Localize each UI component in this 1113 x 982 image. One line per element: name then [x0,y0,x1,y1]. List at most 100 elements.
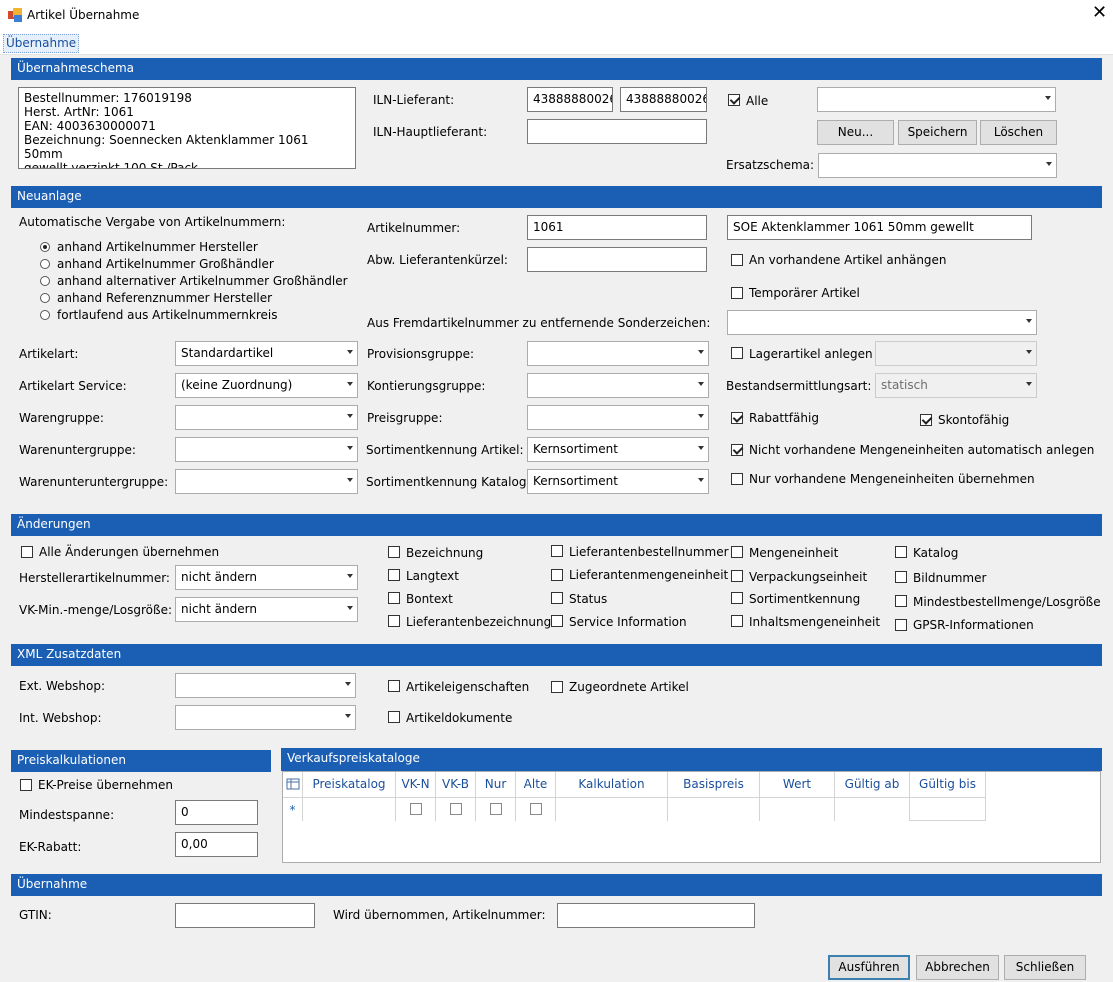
zugeordnete-artikel-checkbox[interactable] [551,681,563,693]
grid-header[interactable]: Basispreis [668,772,760,797]
skontofaehig-checkbox[interactable] [920,414,932,426]
warengruppe-select[interactable] [175,405,358,430]
grid-checkbox[interactable] [410,803,422,815]
bildnummer-checkbox[interactable] [895,571,907,583]
bezeichnung-input[interactable]: SOE Aktenklammer 1061 50mm gewellt [727,215,1032,240]
radio-alt-artikelnr-grosshaendler[interactable] [40,276,50,286]
sonderzeichen-select[interactable] [727,310,1037,335]
grid-cell[interactable] [436,797,476,821]
radio-fortlaufend[interactable] [40,310,50,320]
ersatzschema-select[interactable] [818,153,1057,178]
artikelart-service-select[interactable]: (keine Zuordnung) [175,373,358,398]
langtext-checkbox[interactable] [388,569,400,581]
ek-preise-checkbox[interactable] [20,779,32,791]
grid-header[interactable]: Kalkulation [556,772,668,797]
gtin-label: GTIN: [19,908,52,922]
grid-checkbox[interactable] [530,803,542,815]
info-line: Herst. ArtNr: 1061 [24,105,134,119]
status-checkbox[interactable] [551,592,563,604]
grid-header[interactable]: Nur [476,772,516,797]
sortiment-artikel-select[interactable]: Kernsortiment [527,437,709,462]
radio-artikelnr-grosshaendler[interactable] [40,259,50,269]
schema-info-box[interactable]: Bestellnummer: 176019198 Herst. ArtNr: 1… [18,87,356,169]
artikeldokumente-checkbox[interactable] [388,711,400,723]
ek-rabatt-input[interactable]: 0,00 [175,832,258,857]
temporaer-checkbox[interactable] [731,287,743,299]
grid-checkbox[interactable] [450,803,462,815]
grid-header[interactable]: VK-N [396,772,436,797]
grid-corner-icon[interactable] [283,772,303,797]
mindestspanne-input[interactable]: 0 [175,800,258,825]
radio-artikelnr-hersteller[interactable] [40,242,50,252]
lagerartikel-checkbox[interactable] [731,347,743,359]
grid-header[interactable]: Wert [760,772,835,797]
grid-cell[interactable] [516,797,556,821]
artikelart-select[interactable]: Standardartikel [175,341,358,366]
grid-cell[interactable] [396,797,436,821]
neu-button[interactable]: Neu... [817,120,894,145]
grid-header[interactable]: Alte [516,772,556,797]
grid-cell[interactable] [835,797,910,821]
iln-hauptlieferant-input[interactable] [527,119,707,144]
katalog-checkbox[interactable] [895,546,907,558]
artikelnummer-input[interactable]: 1061 [527,215,707,240]
bontext-checkbox[interactable] [388,592,400,604]
alle-aenderungen-checkbox[interactable] [21,546,33,558]
warenunteruntergruppe-select[interactable] [175,469,358,494]
loeschen-button[interactable]: Löschen [980,120,1057,145]
grid-header[interactable]: VK-B [436,772,476,797]
grid-cell[interactable] [476,797,516,821]
speichern-button[interactable]: Speichern [898,120,977,145]
bezeichnung-checkbox[interactable] [388,546,400,558]
radio-referenznr-hersteller[interactable] [40,293,50,303]
sortimentkennung-checkbox[interactable] [731,592,743,604]
lieferantenmengeneinheit-checkbox[interactable] [551,569,563,581]
vk-kataloge-grid[interactable]: Preiskatalog VK-N VK-B Nur Alte Kalkulat… [282,771,1101,863]
grid-header[interactable]: Gültig ab [835,772,910,797]
wird-uebernommen-input[interactable] [557,903,755,928]
inhaltsmengeneinheit-checkbox[interactable] [731,615,743,627]
grid-cell[interactable] [303,797,396,821]
mindestbestellmenge-checkbox[interactable] [895,595,907,607]
bestandsermittlungsart-select: statisch [875,373,1037,398]
close-icon[interactable]: ✕ [1092,4,1107,22]
vk-min-menge-select[interactable]: nicht ändern [175,597,358,622]
sortiment-katalog-select[interactable]: Kernsortiment [527,469,709,494]
grid-cell[interactable] [668,797,760,821]
provisionsgruppe-select[interactable] [527,341,709,366]
lieferantenbezeichnung-checkbox[interactable] [388,615,400,627]
rabattfaehig-label: Rabattfähig [749,411,819,425]
ausfuehren-button[interactable]: Ausführen [828,955,910,980]
herstellerartikelnummer-select[interactable]: nicht ändern [175,565,358,590]
kontierungsgruppe-select[interactable] [527,373,709,398]
warenuntergruppe-select[interactable] [175,437,358,462]
gtin-input[interactable] [175,903,315,928]
abbrechen-button[interactable]: Abbrechen [916,955,999,980]
schema-select[interactable] [817,87,1056,112]
anhaengen-checkbox[interactable] [731,254,743,266]
grid-header[interactable]: Preiskatalog [303,772,396,797]
grid-cell[interactable] [910,797,986,821]
mengeneinheit-checkbox[interactable] [731,546,743,558]
rabattfaehig-checkbox[interactable] [731,412,743,424]
ext-webshop-select[interactable] [175,673,356,698]
preisgruppe-select[interactable] [527,405,709,430]
grid-cell[interactable] [556,797,668,821]
service-information-checkbox[interactable] [551,615,563,627]
iln-lieferant-input-1[interactable]: 43888880026 [527,87,613,112]
alle-checkbox[interactable] [728,94,740,106]
menu-uebernahme[interactable]: Übernahme [3,34,80,53]
abw-lieferantenkuerzel-input[interactable] [527,247,707,272]
verpackungseinheit-checkbox[interactable] [731,570,743,582]
iln-lieferant-input-2[interactable]: 43888880026 [620,87,707,112]
grid-checkbox[interactable] [490,803,502,815]
nur-vorhandene-me-checkbox[interactable] [731,473,743,485]
schliessen-button[interactable]: Schließen [1004,955,1086,980]
grid-cell[interactable] [760,797,835,821]
int-webshop-select[interactable] [175,705,356,730]
grid-header[interactable]: Gültig bis [910,772,986,797]
artikeleigenschaften-checkbox[interactable] [388,680,400,692]
nicht-vorhandene-me-checkbox[interactable] [731,444,743,456]
gpsr-checkbox[interactable] [895,619,907,631]
lieferantenbestellnummer-checkbox[interactable] [551,545,563,557]
